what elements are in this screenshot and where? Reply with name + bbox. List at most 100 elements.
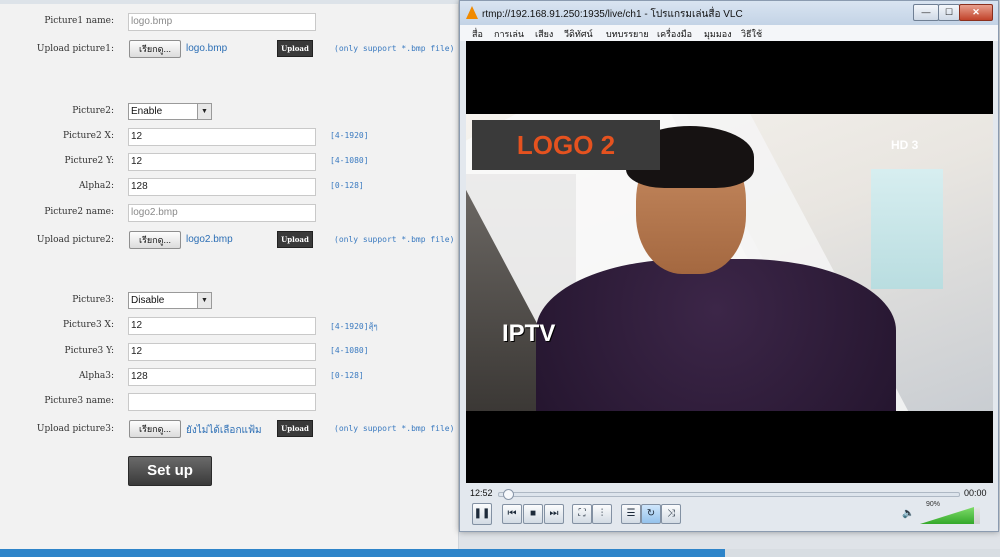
vlc-window-title: rtmp://192.168.91.250:1935/live/ch1 - โป…: [482, 9, 743, 20]
picture2-x-row: Picture2 X: 12 [4-1920]: [0, 127, 458, 147]
picture1-name-input[interactable]: logo.bmp: [128, 13, 316, 31]
picture1-name-label: Picture1 name:: [44, 16, 114, 26]
logo2-overlay: LOGO 2: [472, 120, 660, 170]
scene-poster: [871, 169, 943, 289]
extended-settings-button[interactable]: ⫶: [592, 504, 612, 524]
picture2-upload-row: Upload picture2: เรียกดู... logo2.bmp Up…: [0, 231, 458, 251]
setup-button[interactable]: Set up: [128, 456, 212, 486]
picture2-y-input[interactable]: 12: [128, 153, 316, 171]
picture2-upload-label: Upload picture2:: [36, 235, 114, 245]
picture3-x-hint: [4-1920]สุ้ๆ: [330, 322, 378, 331]
fullscreen-button[interactable]: ⛶: [572, 504, 592, 524]
picture3-enable-row: Picture3: Disable ▼: [0, 291, 458, 311]
picture2-name-label: Picture2 name:: [44, 207, 114, 217]
picture2-upload-hint: (only support *.bmp file): [334, 235, 455, 244]
picture3-upload-row: Upload picture3: เรียกดู... ยังไม่ได้เลื…: [0, 420, 458, 440]
time-total: 00:00: [964, 488, 987, 498]
picture2-y-hint: [4-1080]: [330, 156, 369, 165]
iptv-overlay: IPTV: [502, 320, 556, 347]
vlc-menu-bar: สื่อ การเล่น เสียง วีดิทัศน์ บทบรรยาย เค…: [460, 25, 998, 41]
chevron-down-icon[interactable]: ▼: [197, 293, 211, 308]
picture1-upload-hint: (only support *.bmp file): [334, 44, 455, 53]
picture3-y-input[interactable]: 12: [128, 343, 316, 361]
menu-help[interactable]: วิธีใช้: [741, 27, 762, 41]
video-frame: LOGO 2 IPTV HD 3: [466, 114, 993, 411]
picture3-browse-button[interactable]: เรียกดู...: [129, 420, 181, 438]
shuffle-button[interactable]: ⤨: [661, 504, 681, 524]
volume-control[interactable]: 🔈 90%: [902, 501, 990, 524]
picture2-browse-button[interactable]: เรียกดู...: [129, 231, 181, 249]
seek-bar-row: 12:52 00:00: [466, 487, 993, 501]
stop-button[interactable]: ■: [523, 504, 543, 524]
picture3-x-input[interactable]: 12: [128, 317, 316, 335]
seek-handle[interactable]: [503, 489, 515, 500]
seek-slider[interactable]: [498, 489, 960, 500]
picture3-upload-button[interactable]: Upload: [277, 420, 313, 437]
picture3-y-row: Picture3 Y: 12 [4-1080]: [0, 342, 458, 362]
picture3-x-label: Picture3 X:: [62, 320, 114, 330]
picture3-alpha-label: Alpha3:: [78, 371, 114, 381]
video-area[interactable]: LOGO 2 IPTV HD 3: [466, 41, 993, 483]
picture2-x-hint: [4-1920]: [330, 131, 369, 140]
maximize-button[interactable]: ☐: [938, 4, 960, 21]
picture2-enable-row: Picture2: Enable ▼: [0, 102, 458, 122]
prev-button[interactable]: ⏮: [502, 504, 522, 524]
chevron-down-icon[interactable]: ▼: [197, 104, 211, 119]
picture1-upload-label: Upload picture1:: [36, 44, 114, 54]
picture2-x-label: Picture2 X:: [62, 131, 114, 141]
speaker-icon[interactable]: 🔈: [902, 508, 914, 519]
picture1-upload-button[interactable]: Upload: [277, 40, 313, 57]
pause-button[interactable]: ❚❚: [472, 503, 492, 525]
picture2-enable-label: Picture2:: [72, 106, 114, 116]
picture3-x-row: Picture3 X: 12 [4-1920]สุ้ๆ: [0, 316, 458, 336]
close-button[interactable]: ✕: [959, 4, 993, 21]
picture3-y-hint: [4-1080]: [330, 346, 369, 355]
menu-video[interactable]: วีดิทัศน์: [564, 27, 593, 41]
picture2-upload-button[interactable]: Upload: [277, 231, 313, 248]
picture3-name-label: Picture3 name:: [44, 396, 114, 406]
menu-tools[interactable]: เครื่องมือ: [657, 27, 692, 41]
menu-subtitle[interactable]: บทบรรยาย: [606, 27, 649, 41]
picture2-name-input[interactable]: logo2.bmp: [128, 204, 316, 222]
volume-percent: 90%: [926, 501, 941, 508]
picture3-enable-select[interactable]: Disable ▼: [128, 292, 212, 309]
picture3-name-input[interactable]: [128, 393, 316, 411]
page-bottom-bar: [0, 549, 725, 557]
picture2-y-label: Picture2 Y:: [64, 156, 114, 166]
time-elapsed: 12:52: [470, 488, 493, 498]
picture2-alpha-hint: [0-128]: [330, 181, 364, 190]
picture3-alpha-row: Alpha3: 128 [0-128]: [0, 367, 458, 387]
menu-audio[interactable]: เสียง: [535, 27, 553, 41]
vlc-cone-icon: [466, 6, 478, 19]
picture2-enable-select[interactable]: Enable ▼: [128, 103, 212, 120]
volume-level: [920, 507, 974, 524]
picture2-alpha-row: Alpha2: 128 [0-128]: [0, 177, 458, 197]
channel3-logo: HD 3: [891, 138, 919, 152]
picture3-alpha-input[interactable]: 128: [128, 368, 316, 386]
picture3-file-name: ยังไม่ได้เลือกแฟ้ม: [186, 425, 262, 436]
minimize-button[interactable]: —: [913, 4, 939, 21]
picture3-alpha-hint: [0-128]: [330, 371, 364, 380]
loop-button[interactable]: ↻: [641, 504, 661, 524]
playlist-button[interactable]: ☰: [621, 504, 641, 524]
picture2-enable-value: Enable: [131, 106, 163, 117]
picture3-name-row: Picture3 name:: [0, 392, 458, 412]
picture2-alpha-input[interactable]: 128: [128, 178, 316, 196]
picture3-upload-hint: (only support *.bmp file): [334, 424, 455, 433]
scene-person-torso: [536, 259, 896, 411]
picture2-x-input[interactable]: 12: [128, 128, 316, 146]
vlc-title-bar[interactable]: rtmp://192.168.91.250:1935/live/ch1 - โป…: [460, 1, 998, 25]
picture1-file-name: logo.bmp: [186, 43, 228, 54]
next-button[interactable]: ⏭: [544, 504, 564, 524]
menu-media[interactable]: สื่อ: [472, 27, 483, 41]
page-bottom-bar-right: [725, 549, 1000, 557]
picture1-browse-button[interactable]: เรียกดู...: [129, 40, 181, 58]
menu-view[interactable]: มุมมอง: [704, 27, 732, 41]
picture3-enable-value: Disable: [131, 295, 165, 306]
picture2-alpha-label: Alpha2:: [78, 181, 114, 191]
picture2-file-name: logo2.bmp: [186, 234, 233, 245]
picture1-upload-row: Upload picture1: เรียกดู... logo.bmp Upl…: [0, 40, 458, 60]
menu-playback[interactable]: การเล่น: [494, 27, 524, 41]
picture2-name-row: Picture2 name: logo2.bmp: [0, 203, 458, 223]
picture3-enable-label: Picture3:: [72, 295, 114, 305]
